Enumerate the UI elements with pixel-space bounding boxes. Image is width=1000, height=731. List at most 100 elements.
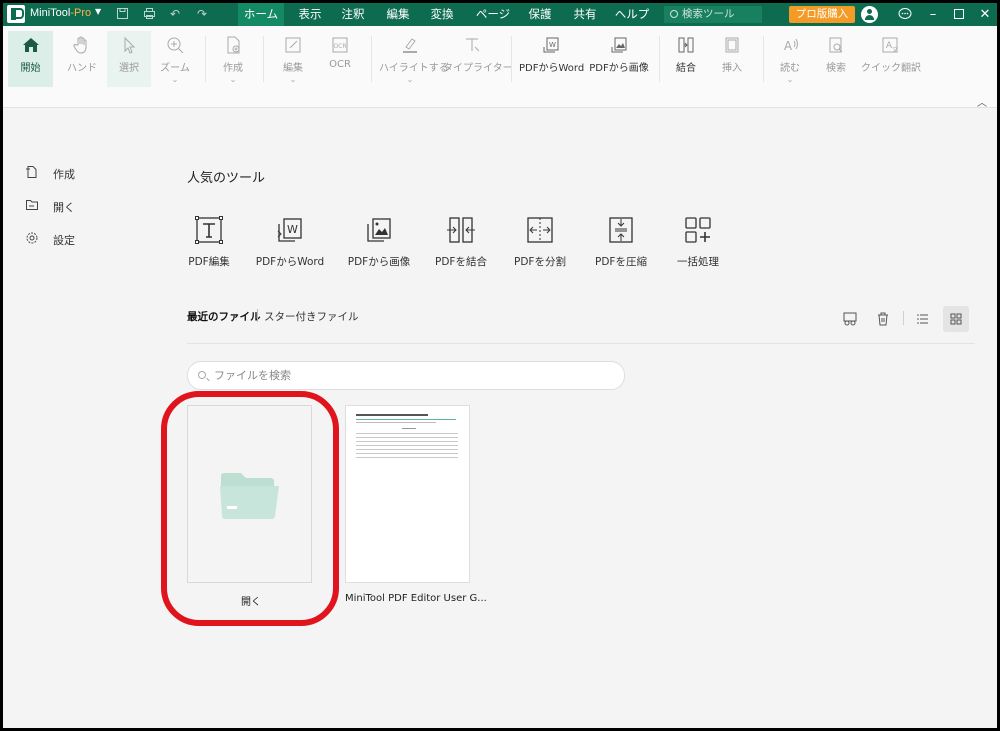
text-edit-icon xyxy=(195,216,223,244)
tool-pdf-to-word[interactable]: W PDFからWord xyxy=(250,215,330,269)
recent-file-label: MiniTool PDF Editor User G... xyxy=(345,593,487,604)
recent-file-card[interactable] xyxy=(345,405,470,583)
print-icon[interactable] xyxy=(142,7,156,21)
account-avatar-icon[interactable] xyxy=(861,6,878,23)
ocr-button[interactable]: OCR OCR xyxy=(318,31,362,87)
tab-starred-files[interactable]: スター付きファイル xyxy=(264,309,359,324)
menu-annotate[interactable]: 注釈 xyxy=(333,3,373,26)
app-logo-icon xyxy=(7,5,25,23)
ribbon-separator xyxy=(263,36,264,82)
file-search-input[interactable]: ファイルを検索 xyxy=(187,361,625,390)
zoom-dropdown-icon[interactable]: ⌄ xyxy=(153,75,197,84)
tool-label: PDFからWord xyxy=(255,256,325,268)
grid-icon xyxy=(950,313,962,325)
menu-home[interactable]: ホーム xyxy=(238,3,284,26)
close-icon[interactable]: ✕ xyxy=(973,3,997,26)
collapse-ribbon-icon[interactable]: ︿ xyxy=(977,94,987,109)
read-label: 読む xyxy=(780,63,800,74)
menu-protect[interactable]: 保護 xyxy=(520,3,560,26)
save-icon[interactable] xyxy=(115,7,129,21)
popular-tools-title: 人気のツール xyxy=(187,171,266,186)
search-button[interactable]: 検索 xyxy=(815,31,857,87)
glasses-icon xyxy=(843,312,857,326)
menu-view[interactable]: 表示 xyxy=(290,3,330,26)
zoom-button[interactable]: ズーム ⌄ xyxy=(153,31,197,87)
search-placeholder: ファイルを検索 xyxy=(214,369,291,382)
search-tools-input[interactable]: 検索ツール xyxy=(664,6,762,23)
select-tool-button[interactable]: 選択 xyxy=(107,31,151,87)
ribbon-separator xyxy=(371,36,372,82)
undo-icon[interactable]: ↶ xyxy=(168,7,182,21)
edit-button[interactable]: 編集 ⌄ xyxy=(271,31,315,87)
highlight-button[interactable]: ハイライトする ⌄ xyxy=(379,31,449,87)
tool-label: 一括処理 xyxy=(677,256,719,268)
app-menu-caret-icon[interactable]: ▼ xyxy=(95,7,101,16)
tab-recent-files[interactable]: 最近のファイル xyxy=(187,309,261,324)
maximize-icon[interactable] xyxy=(947,3,971,26)
minimize-icon[interactable]: – xyxy=(921,3,945,26)
ribbon-separator xyxy=(763,36,764,82)
merge-button[interactable]: 結合 xyxy=(665,31,707,87)
feedback-icon[interactable] xyxy=(893,3,917,26)
insert-button[interactable]: 挿入 xyxy=(711,31,753,87)
read-dropdown-icon[interactable]: ⌄ xyxy=(769,75,811,84)
redo-icon[interactable]: ↷ xyxy=(195,7,209,21)
tool-batch-process[interactable]: 一括処理 xyxy=(658,215,738,269)
app-name: MiniTool-Pro xyxy=(30,7,91,19)
tool-split-pdf[interactable]: PDFを分割 xyxy=(500,215,580,269)
folder-icon xyxy=(26,200,38,210)
typewriter-label: タイプライター xyxy=(443,63,513,74)
ribbon-separator xyxy=(511,36,512,82)
grid-view-button[interactable] xyxy=(943,306,969,332)
ocr-label: OCR xyxy=(329,59,351,70)
typewriter-button[interactable]: タイプライター xyxy=(443,31,513,87)
cleanup-button[interactable] xyxy=(837,306,863,332)
sidebar-item-label: 開く xyxy=(53,201,75,214)
search-icon xyxy=(198,371,206,379)
merge-icon xyxy=(678,37,694,53)
menu-page[interactable]: ページ xyxy=(470,3,516,26)
create-button[interactable]: 作成 ⌄ xyxy=(211,31,255,87)
buy-pro-button[interactable]: プロ版購入 xyxy=(789,6,855,23)
menu-help[interactable]: ヘルプ xyxy=(610,3,654,26)
title-bar: MiniTool-Pro ▼ ↶ ↷ ホーム 表示 注釈 編集 変換 ページ 保… xyxy=(3,3,997,26)
highlight-dropdown-icon[interactable]: ⌄ xyxy=(379,75,441,84)
menu-share[interactable]: 共有 xyxy=(565,3,605,26)
tool-merge-pdf[interactable]: PDFを結合 xyxy=(421,215,501,269)
tool-pdf-edit[interactable]: PDF編集 xyxy=(169,215,249,269)
list-view-button[interactable] xyxy=(910,306,936,332)
highlight-label: ハイライトする xyxy=(379,63,449,74)
quick-translate-button[interactable]: A文 クイック翻訳 xyxy=(861,31,921,87)
tool-pdf-to-image[interactable]: PDFから画像 xyxy=(339,215,419,269)
ribbon-toolbar: 開始 ハンド 選択 ズーム ⌄ 作成 ⌄ 編集 ⌄ OCR OCR ハイライトす… xyxy=(3,26,997,109)
split-icon xyxy=(527,217,553,243)
read-aloud-icon: A xyxy=(784,38,798,53)
batch-icon xyxy=(685,217,711,243)
edit-dropdown-icon[interactable]: ⌄ xyxy=(271,75,315,84)
pdf-to-image-button[interactable]: PDFから画像 xyxy=(587,31,651,87)
view-separator xyxy=(903,311,904,325)
hand-tool-button[interactable]: ハンド xyxy=(60,31,104,87)
delete-button[interactable] xyxy=(870,306,896,332)
create-dropdown-icon[interactable]: ⌄ xyxy=(211,75,255,84)
gear-icon xyxy=(26,232,38,244)
tool-compress-pdf[interactable]: PDFを圧縮 xyxy=(581,215,661,269)
app-edition: -Pro xyxy=(70,7,92,19)
insert-page-icon xyxy=(725,37,739,53)
tool-label: PDF編集 xyxy=(188,256,230,268)
pdf-to-image-icon xyxy=(611,37,627,53)
app-name-text: MiniTool xyxy=(30,7,71,19)
menu-convert[interactable]: 変換 xyxy=(422,3,462,26)
pdf-to-word-label: PDFからWord xyxy=(519,63,585,74)
highlighter-icon xyxy=(403,38,417,53)
merge-label: 結合 xyxy=(676,63,696,74)
read-button[interactable]: A 読む ⌄ xyxy=(769,31,811,87)
menu-edit[interactable]: 編集 xyxy=(378,3,418,26)
create-label: 作成 xyxy=(223,63,243,74)
edit-label: 編集 xyxy=(283,63,303,74)
zoom-label: ズーム xyxy=(160,63,190,74)
home-button[interactable]: 開始 xyxy=(8,31,53,87)
merge-icon xyxy=(447,217,475,243)
pdf-to-word-button[interactable]: W PDFからWord xyxy=(519,31,585,87)
ribbon-separator xyxy=(205,36,206,82)
